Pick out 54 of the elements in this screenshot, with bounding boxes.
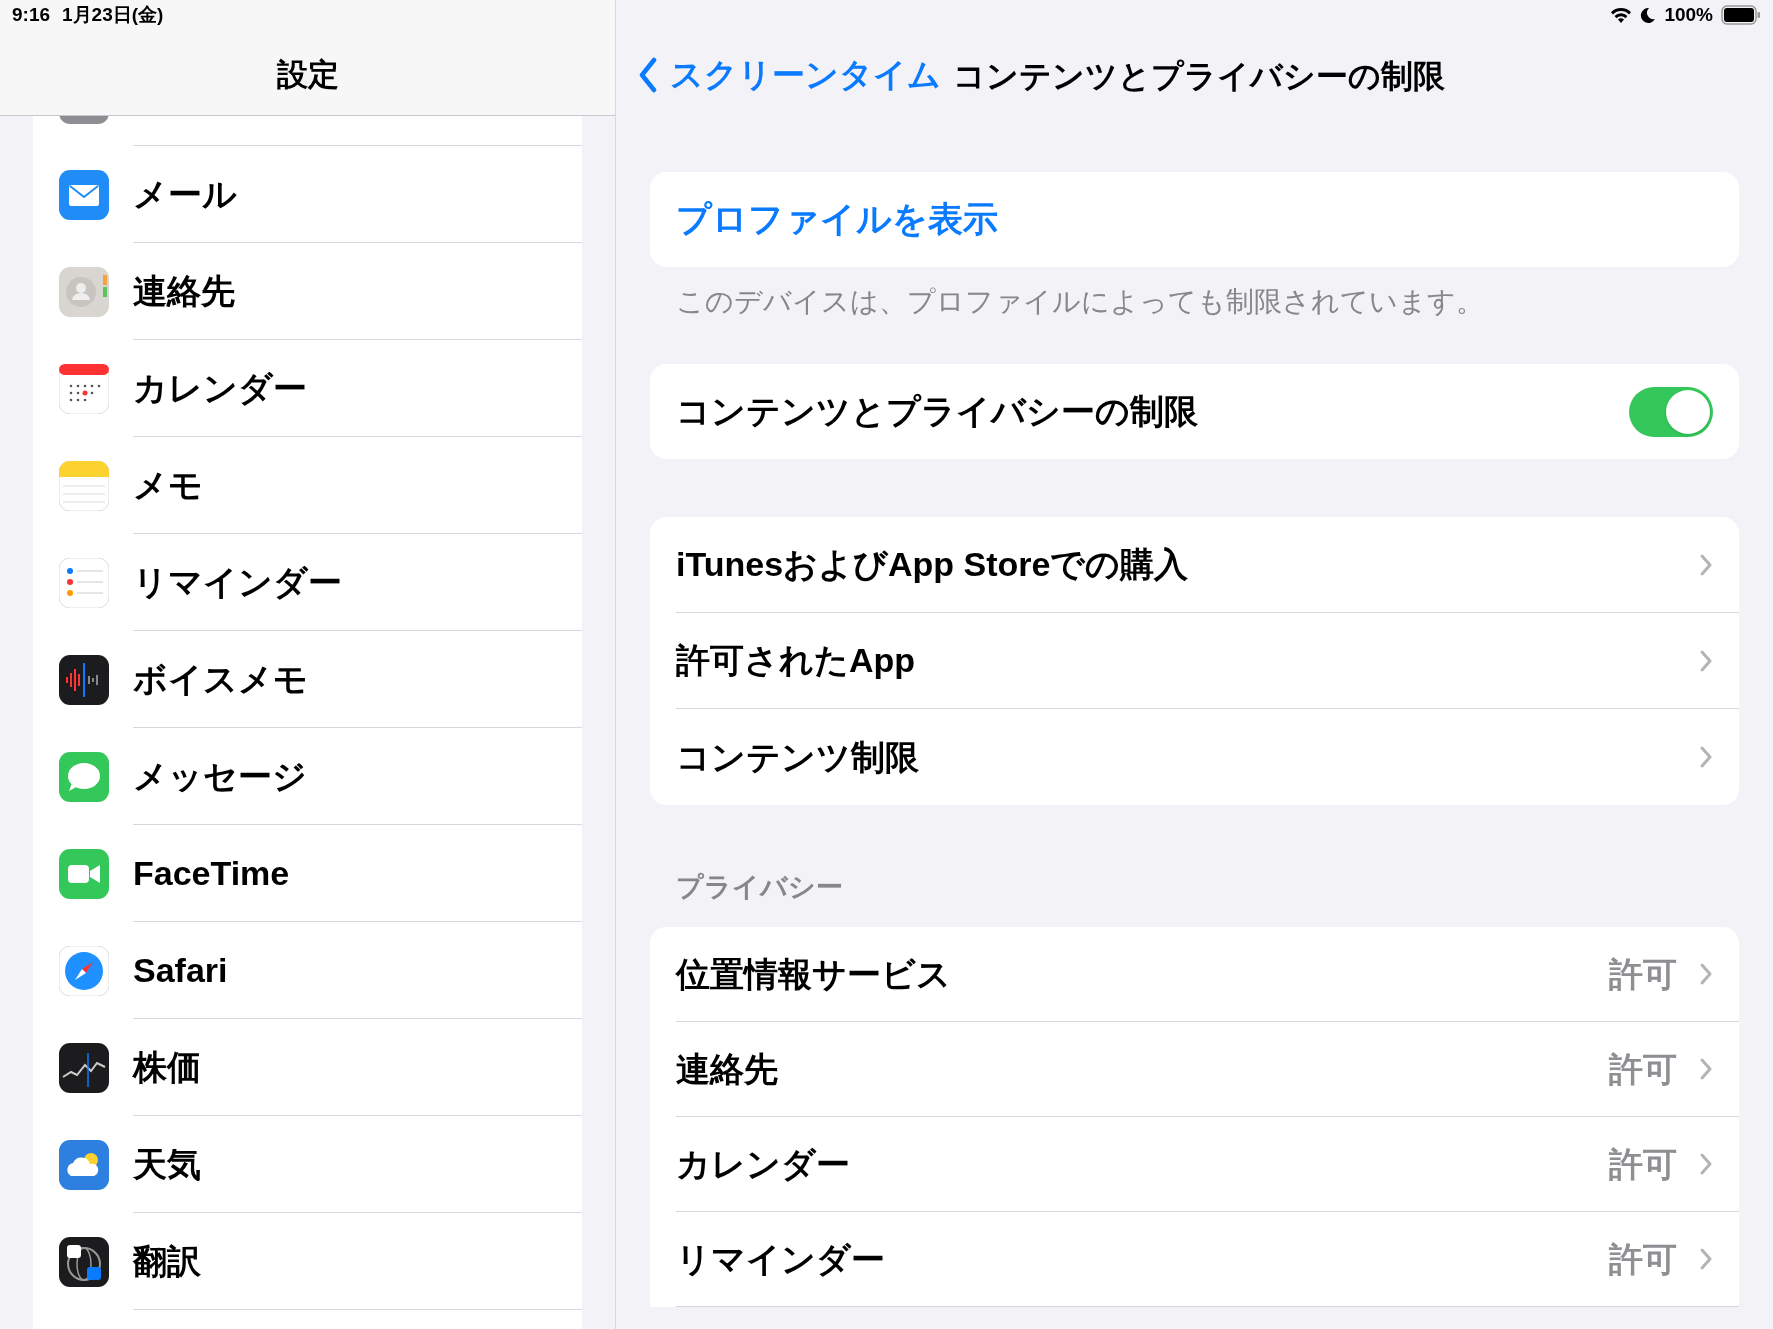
- sidebar-item[interactable]: メッセージ: [33, 728, 582, 825]
- settings-row[interactable]: コンテンツ制限: [650, 709, 1739, 805]
- person-icon: [59, 266, 109, 317]
- sidebar-item[interactable]: メール: [33, 146, 582, 243]
- view-profile-link[interactable]: プロファイルを表示: [676, 193, 998, 246]
- sidebar-item[interactable]: Safari: [33, 922, 582, 1019]
- sidebar-item[interactable]: ボイスメモ: [33, 631, 582, 728]
- settings-row[interactable]: リマインダー 許可: [650, 1212, 1739, 1307]
- envelope-icon: [59, 169, 109, 220]
- chevron-right-icon: [1699, 1152, 1713, 1176]
- settings-row[interactable]: 許可されたApp: [650, 613, 1739, 709]
- battery-percent: 100%: [1664, 2, 1713, 27]
- list-icon: [59, 557, 109, 608]
- chevron-right-icon: [1699, 552, 1713, 577]
- sidebar-title: 設定: [276, 56, 339, 94]
- sidebar-item[interactable]: FaceTime: [33, 825, 582, 922]
- chevron-right-icon: [1699, 1057, 1713, 1081]
- row-label: コンテンツとプライバシーの制限: [676, 391, 1198, 432]
- app-icon: [59, 116, 109, 124]
- back-button[interactable]: スクリーンタイム: [638, 50, 941, 100]
- chevron-right-icon: [1699, 962, 1713, 986]
- video-camera-icon: [59, 848, 109, 899]
- battery-icon: [1721, 5, 1761, 25]
- globe-icon: [59, 1236, 109, 1287]
- wifi-icon: [1610, 6, 1633, 24]
- chevron-right-icon: [1699, 1247, 1713, 1271]
- cloud-icon: [59, 1139, 109, 1190]
- chevron-right-icon: [1699, 648, 1713, 673]
- toggle-switch[interactable]: [1629, 386, 1713, 437]
- chevron-left-icon: [638, 56, 658, 93]
- settings-row[interactable]: 位置情報サービス 許可: [650, 927, 1739, 1022]
- section-header: プライバシー: [676, 870, 843, 904]
- sidebar-item[interactable]: 連絡先: [33, 243, 582, 340]
- line-chart-icon: [59, 1042, 109, 1093]
- compass-icon: [59, 945, 109, 996]
- waveform-icon: [59, 654, 109, 705]
- sidebar-item[interactable]: 天気: [33, 1116, 582, 1213]
- sidebar-item[interactable]: メモ: [33, 437, 582, 534]
- settings-row[interactable]: 連絡先 許可: [650, 1022, 1739, 1117]
- sidebar-item[interactable]: 株価: [33, 1019, 582, 1116]
- section-footer: このデバイスは、プロファイルによっても制限されています。: [676, 286, 1484, 317]
- calendar-icon: [59, 363, 109, 414]
- moon-icon: [1640, 6, 1657, 24]
- settings-row[interactable]: カレンダー 許可: [650, 1117, 1739, 1212]
- settings-row[interactable]: iTunesおよびApp Storeでの購入: [650, 517, 1739, 613]
- page-title: コンテンツとプライバシーの制限: [953, 57, 1445, 96]
- status-date: 1月23日(金): [62, 2, 164, 27]
- notepad-icon: [59, 460, 109, 511]
- speech-bubble-icon: [59, 751, 109, 802]
- sidebar-item[interactable]: カレンダー: [33, 340, 582, 437]
- chevron-right-icon: [1699, 745, 1713, 769]
- sidebar-item[interactable]: リマインダー: [33, 534, 582, 631]
- status-time: 9:16: [12, 2, 51, 27]
- sidebar-item[interactable]: 翻訳: [33, 1213, 582, 1310]
